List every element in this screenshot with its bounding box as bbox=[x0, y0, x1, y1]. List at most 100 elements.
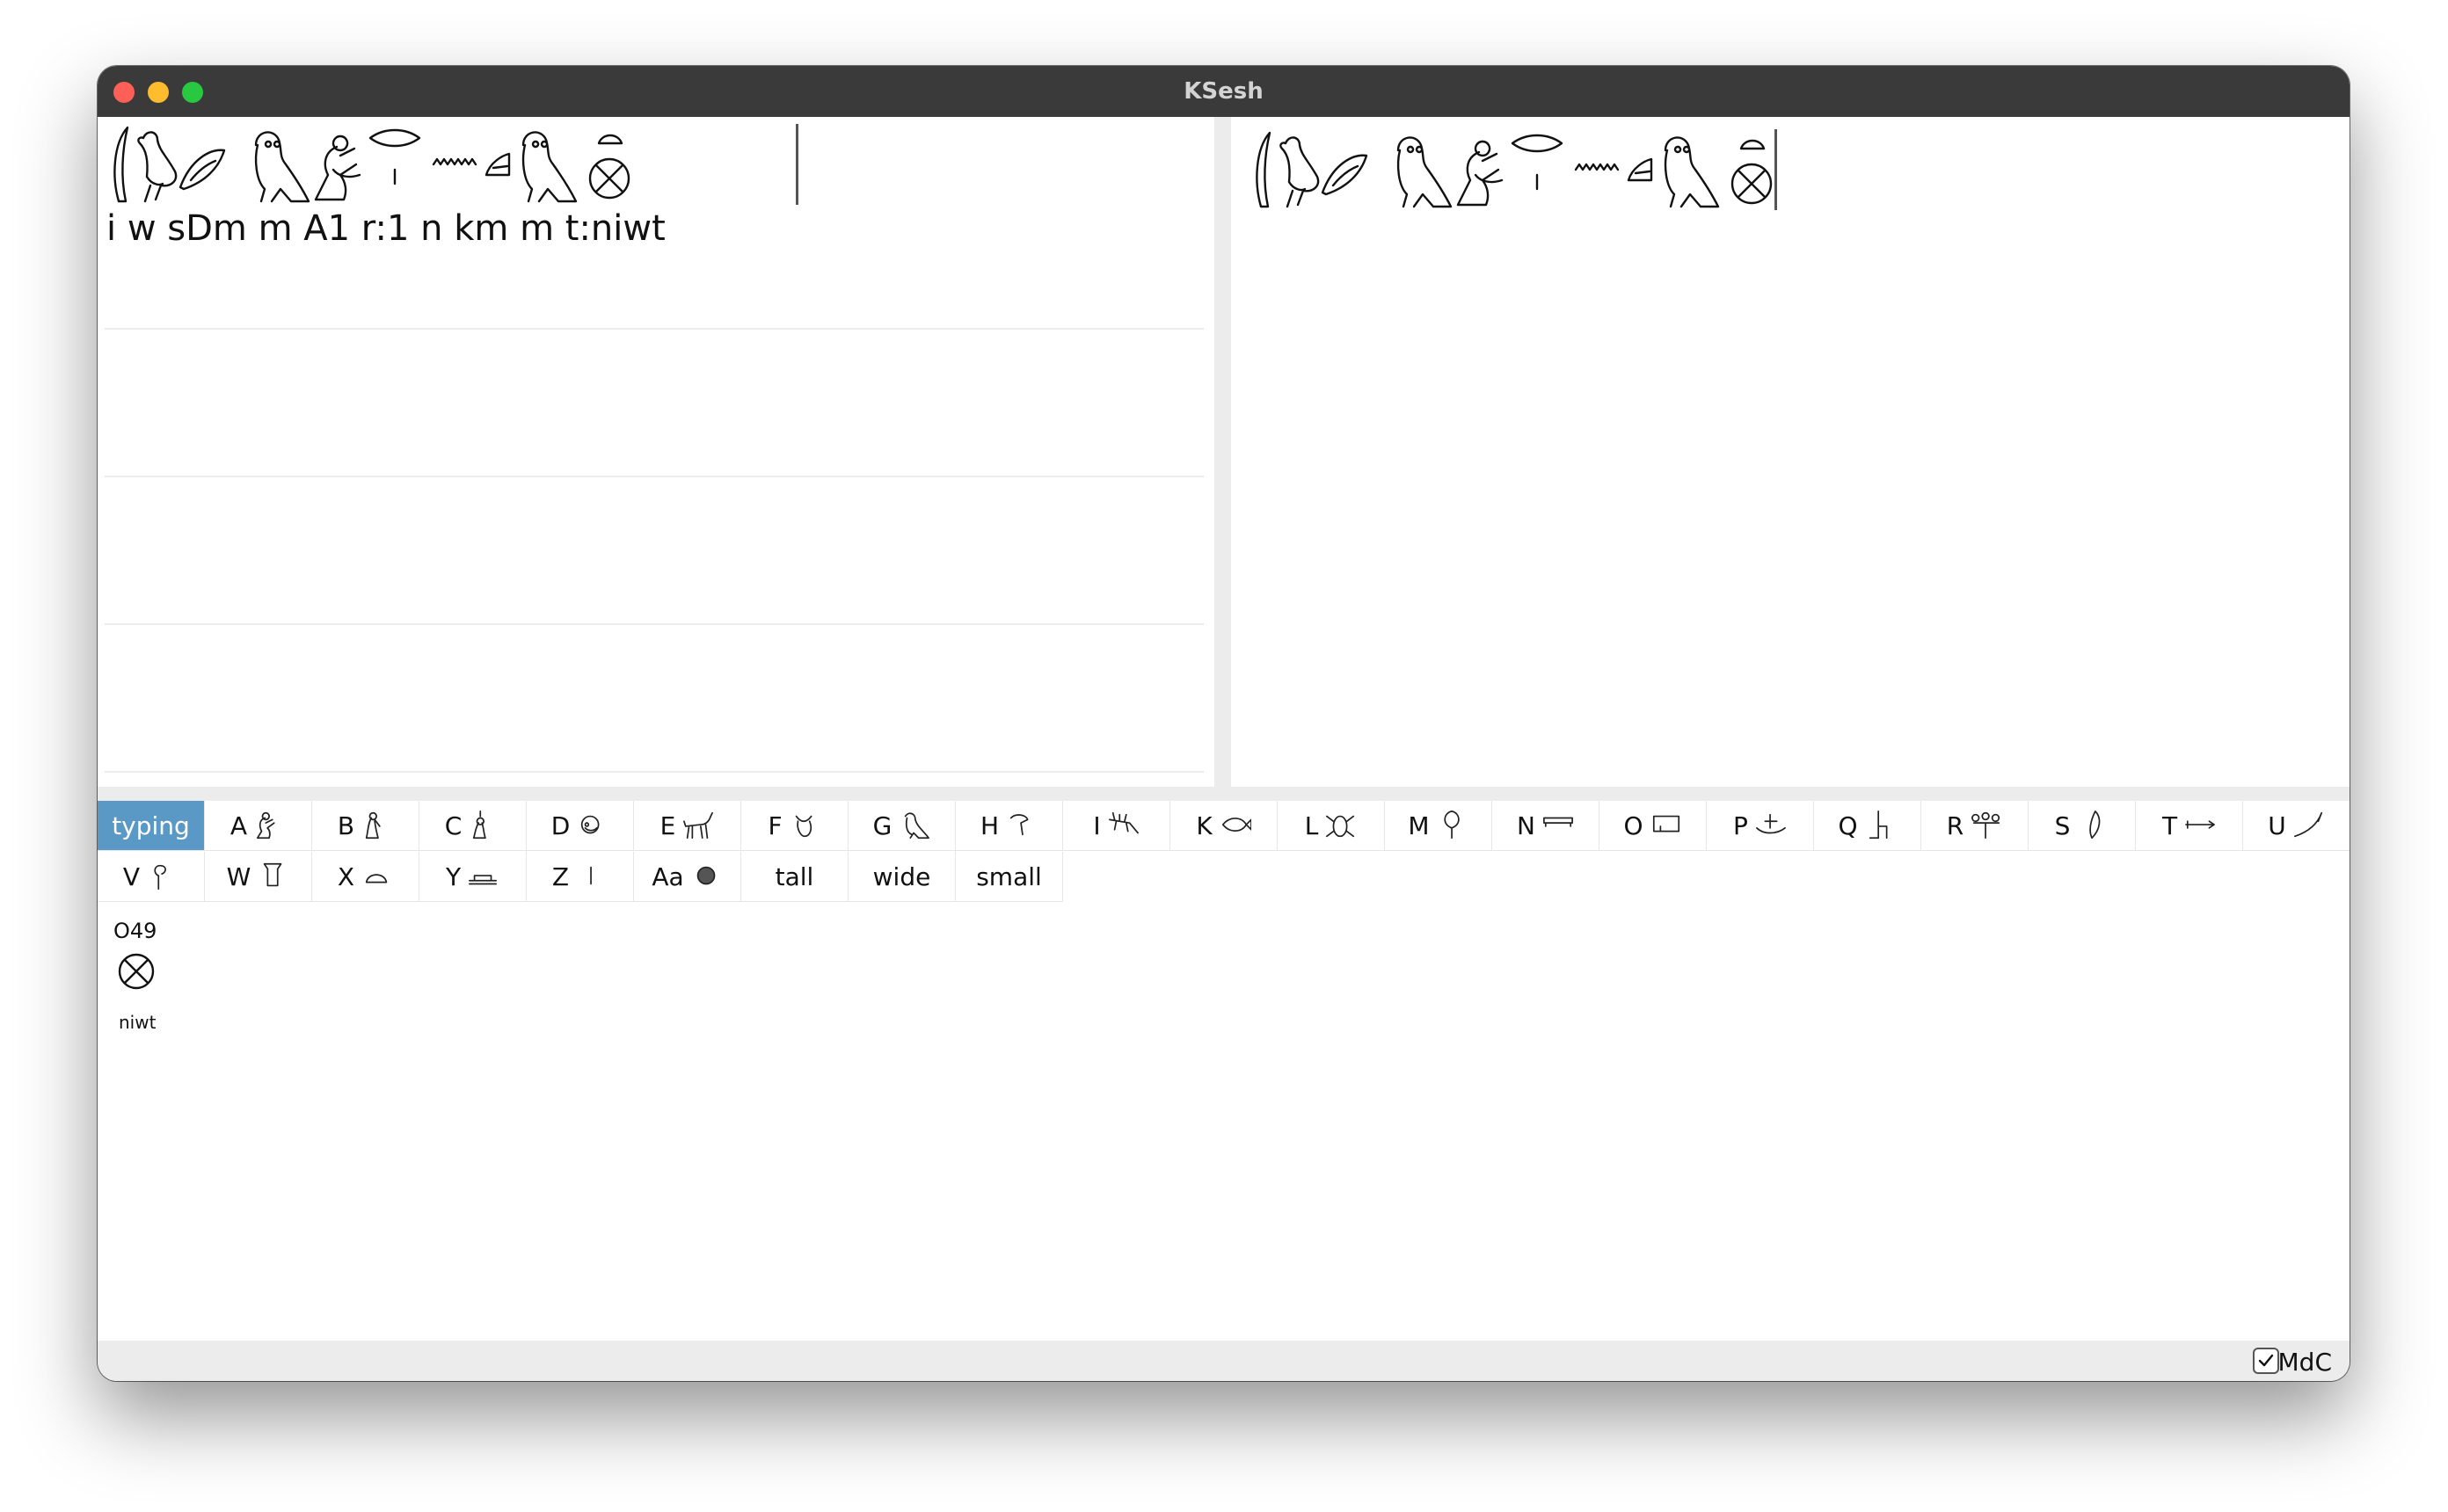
preview-glyph-line bbox=[1249, 129, 1776, 210]
tab-r[interactable]: R bbox=[1921, 801, 2029, 851]
hieroglyph-sequence-icon bbox=[113, 126, 511, 203]
weapon-icon bbox=[2185, 820, 2216, 829]
tab-label: F bbox=[768, 811, 783, 840]
agriculture-icon bbox=[2293, 811, 2322, 838]
line-separator bbox=[105, 328, 1204, 330]
tab-w[interactable]: W bbox=[205, 852, 312, 902]
line-separator bbox=[105, 771, 1204, 773]
tab-label: Q bbox=[1838, 811, 1858, 840]
horizontal-splitter[interactable] bbox=[98, 787, 2350, 801]
rope-icon bbox=[154, 864, 167, 890]
owl-and-city-icon bbox=[1664, 136, 1773, 208]
head-icon bbox=[581, 815, 600, 834]
tab-label: X bbox=[337, 861, 355, 891]
tab-d[interactable]: D bbox=[527, 801, 634, 851]
tab-aa[interactable]: Aa bbox=[634, 852, 741, 902]
preview-caret bbox=[1774, 129, 1777, 210]
tab-y[interactable]: Y bbox=[419, 852, 527, 902]
vertical-splitter[interactable] bbox=[1214, 117, 1231, 787]
tab-label: Z bbox=[551, 861, 570, 891]
tab-label: tall bbox=[775, 861, 814, 891]
building-icon bbox=[1652, 815, 1679, 832]
owl-and-city-icon bbox=[521, 131, 630, 203]
tab-n[interactable]: N bbox=[1492, 801, 1599, 851]
seated-woman-icon bbox=[365, 811, 381, 840]
mdc-editor-pane[interactable]: i w sDm m A1 r:1 n km m t:niwt bbox=[98, 117, 1214, 787]
vessel-icon bbox=[264, 862, 282, 887]
tab-label: L bbox=[1304, 811, 1319, 840]
temple-furniture-icon bbox=[1971, 811, 2000, 840]
hieroglyph-preview-pane bbox=[1231, 117, 2350, 787]
tab-c[interactable]: C bbox=[419, 801, 527, 851]
tab-t[interactable]: T bbox=[2136, 801, 2243, 851]
mdc-label: MdC bbox=[2277, 1348, 2332, 1377]
tab-label: T bbox=[2161, 811, 2178, 840]
tab-typing[interactable]: typing bbox=[98, 801, 205, 851]
insect-icon bbox=[1326, 815, 1355, 838]
tab-label: K bbox=[1196, 811, 1213, 840]
seated-man-icon bbox=[257, 811, 275, 840]
tab-row-2: V W X Y Z Aa tall wide small bbox=[98, 852, 1063, 902]
tab-x[interactable]: X bbox=[312, 852, 419, 902]
tab-h[interactable]: H bbox=[956, 801, 1063, 851]
tab-m[interactable]: M bbox=[1385, 801, 1492, 851]
tab-label: C bbox=[444, 811, 463, 840]
tree-icon bbox=[1443, 811, 1460, 840]
stroke-icon bbox=[590, 866, 592, 885]
tab-label: A bbox=[230, 811, 248, 840]
animal-part-icon bbox=[795, 815, 812, 838]
status-bar: MdC bbox=[98, 1341, 2350, 1381]
mdc-text[interactable]: i w sDm m A1 r:1 n km m t:niwt bbox=[106, 208, 666, 249]
tab-b[interactable]: B bbox=[312, 801, 419, 851]
tab-label: E bbox=[659, 811, 676, 840]
fish-icon bbox=[1221, 818, 1251, 832]
ksesh-window: KSesh i w sDm m A1 r:1 n km m t:niwt typ… bbox=[98, 66, 2350, 1381]
tab-row-1: typing A B C D E F G H I K L M N O P Q R S T U bbox=[98, 801, 2350, 851]
writing-icon bbox=[469, 875, 498, 885]
tab-label: G bbox=[872, 811, 892, 840]
mdc-checkbox[interactable] bbox=[2253, 1348, 2279, 1374]
animal-icon bbox=[683, 811, 714, 840]
tab-e[interactable]: E bbox=[634, 801, 741, 851]
tab-u[interactable]: U bbox=[2243, 801, 2350, 851]
tab-label: R bbox=[1946, 811, 1964, 840]
crown-icon bbox=[2089, 811, 2101, 840]
city-icon[interactable] bbox=[115, 950, 157, 992]
tab-label: P bbox=[1733, 811, 1748, 840]
window-title: KSesh bbox=[1184, 78, 1264, 105]
tab-label: D bbox=[550, 811, 571, 840]
tab-wide[interactable]: wide bbox=[849, 852, 956, 902]
tab-label: Y bbox=[445, 861, 462, 891]
checkmark-icon bbox=[2258, 1354, 2274, 1367]
hieroglyph-sequence-icon bbox=[1256, 131, 1653, 208]
tab-label: Aa bbox=[652, 861, 684, 891]
tab-label: O bbox=[1623, 811, 1643, 840]
tab-label: M bbox=[1408, 811, 1430, 840]
tab-label: N bbox=[1517, 811, 1535, 840]
tab-label: W bbox=[226, 861, 251, 891]
tab-g[interactable]: G bbox=[849, 801, 956, 851]
tab-small[interactable]: small bbox=[956, 852, 1063, 902]
tab-s[interactable]: S bbox=[2029, 801, 2136, 851]
text-caret bbox=[796, 124, 798, 205]
tab-label: H bbox=[980, 811, 1000, 840]
tab-v[interactable]: V bbox=[98, 852, 205, 902]
tab-a[interactable]: A bbox=[205, 801, 312, 851]
tab-k[interactable]: K bbox=[1170, 801, 1278, 851]
tab-p[interactable]: P bbox=[1707, 801, 1814, 851]
bird-icon bbox=[905, 812, 930, 840]
tab-label: U bbox=[2268, 811, 2286, 840]
sign-transliteration: niwt bbox=[119, 1012, 157, 1033]
tab-tall[interactable]: tall bbox=[741, 852, 849, 902]
tab-label: S bbox=[2054, 811, 2071, 840]
title-bar: KSesh bbox=[98, 66, 2350, 118]
tab-f[interactable]: F bbox=[741, 801, 849, 851]
tab-o[interactable]: O bbox=[1599, 801, 1707, 851]
line-separator bbox=[105, 623, 1204, 625]
tab-l[interactable]: L bbox=[1278, 801, 1385, 851]
tab-z[interactable]: Z bbox=[527, 852, 634, 902]
editor-glyph-line bbox=[106, 124, 634, 205]
tab-q[interactable]: Q bbox=[1814, 801, 1921, 851]
tab-i[interactable]: I bbox=[1063, 801, 1170, 851]
sign-category-tabs: typing A B C D E F G H I K L M N O P Q R S T U V W X Y Z Aa tall wi… bbox=[98, 801, 2350, 905]
